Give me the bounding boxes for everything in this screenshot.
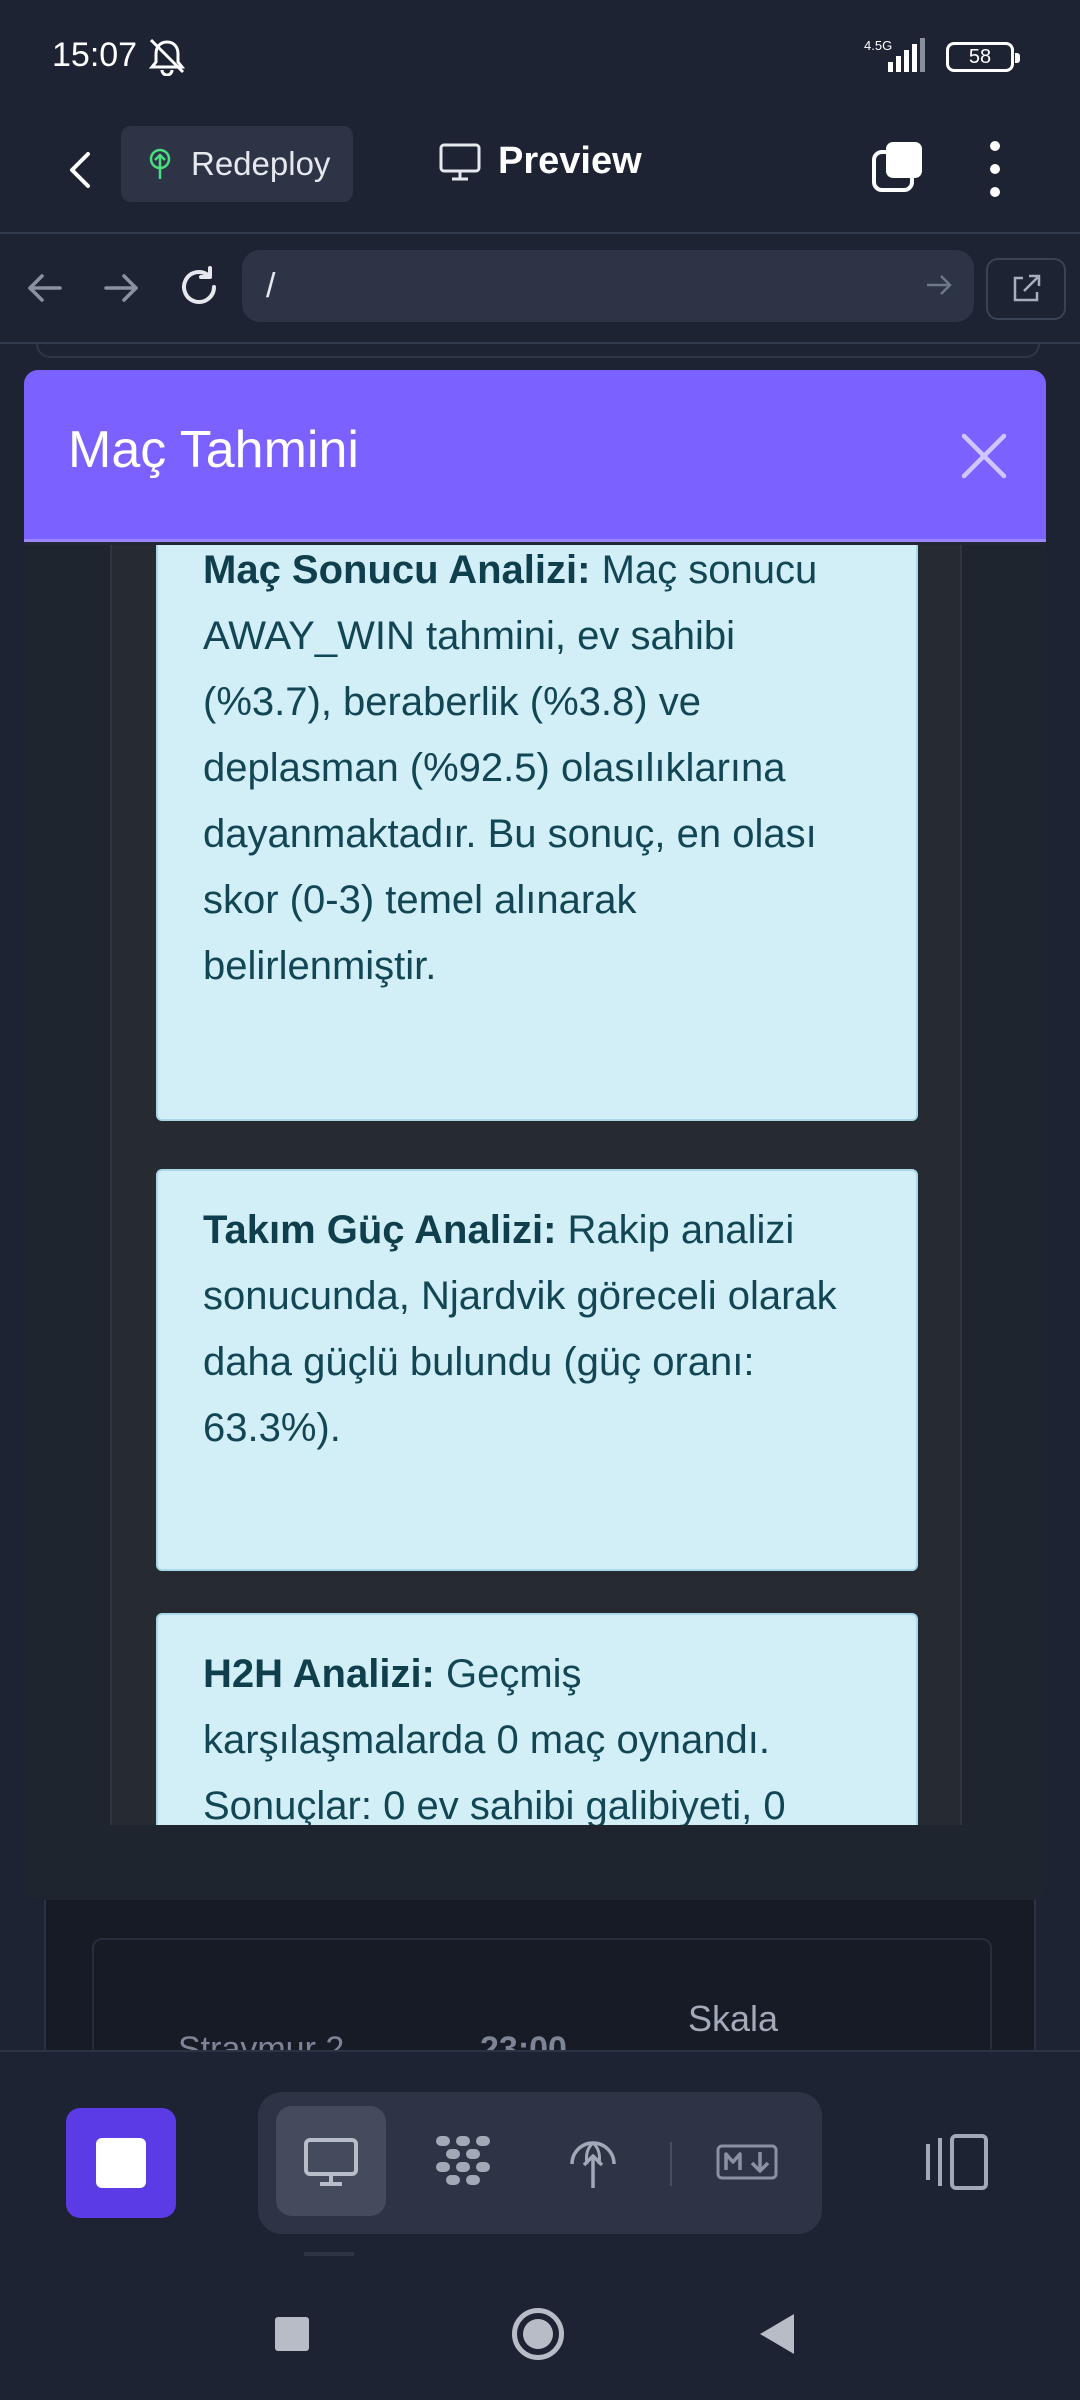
match-prediction-modal: Maç Tahmini Maç Sonucu Analizi: Maç sonu… — [24, 370, 1046, 1900]
open-external-button[interactable] — [986, 258, 1066, 320]
more-vertical-icon[interactable] — [980, 136, 1010, 202]
card-heading: H2H Analizi: — [203, 1652, 435, 1696]
tabs-icon[interactable] — [868, 138, 928, 198]
url-field[interactable]: / — [242, 250, 974, 322]
reload-icon[interactable] — [176, 264, 222, 310]
split-panel-icon[interactable] — [922, 2130, 992, 2194]
recents-icon[interactable] — [275, 2317, 309, 2351]
modal-header: Maç Tahmini — [24, 370, 1046, 542]
battery-level: 58 — [968, 45, 992, 68]
card-heading: Takım Güç Analizi: — [203, 1208, 557, 1252]
app-bar: Redeploy Preview — [0, 110, 1080, 234]
preview-mode-button[interactable] — [276, 2106, 386, 2216]
back-arrow-icon[interactable] — [52, 140, 112, 200]
analysis-card-result: Maç Sonucu Analizi: Maç sonucu AWAY_WIN … — [156, 545, 918, 1121]
modal-body: Maç Sonucu Analizi: Maç sonucu AWAY_WIN … — [24, 545, 1046, 1900]
markdown-icon — [716, 2144, 778, 2180]
redeploy-icon — [149, 148, 171, 179]
underlying-match-card — [44, 1890, 1036, 2058]
preview-tab[interactable]: Preview — [438, 140, 642, 183]
monitor-icon — [439, 143, 481, 180]
markdown-mode-button[interactable] — [692, 2106, 802, 2216]
home-icon[interactable] — [512, 2308, 564, 2360]
analysis-scroll-area[interactable]: Maç Sonucu Analizi: Maç sonucu AWAY_WIN … — [110, 545, 962, 1825]
go-arrow-icon[interactable] — [924, 270, 954, 300]
card-heading: Maç Sonucu Analizi: — [203, 548, 591, 592]
browser-forward-icon[interactable] — [100, 266, 144, 310]
card-text: Maç sonucu AWAY_WIN tahmini, ev sahibi (… — [203, 548, 818, 988]
workflow-mode-button[interactable] — [408, 2106, 518, 2216]
close-icon[interactable] — [954, 426, 1014, 486]
analysis-card-h2h: H2H Analizi: Geçmiş karşılaşmalarda 0 ma… — [156, 1613, 918, 1825]
grid-pattern-icon — [436, 2136, 490, 2185]
system-nav-bar — [0, 2262, 1080, 2400]
status-time: 15:07 — [52, 36, 138, 74]
globe-upload-icon — [570, 2141, 616, 2188]
browser-bar: / — [0, 236, 1080, 344]
modal-title: Maç Tahmini — [68, 421, 359, 479]
underlying-league-label: Skala — [688, 1998, 779, 2039]
view-mode-group — [258, 2092, 822, 2234]
browser-back-icon[interactable] — [22, 266, 66, 310]
battery-icon: 58 — [946, 42, 1020, 72]
url-text: / — [266, 266, 276, 305]
stop-icon — [96, 2138, 146, 2188]
bell-muted-icon — [148, 38, 186, 76]
redeploy-label: Redeploy — [191, 145, 331, 182]
network-type: 4.5G — [864, 38, 892, 53]
bottom-toolbar — [0, 2050, 1080, 2250]
signal-icon: 4.5G — [864, 38, 925, 72]
redeploy-button[interactable]: Redeploy — [121, 126, 353, 202]
preview-label: Preview — [498, 140, 642, 182]
toolbar-divider — [670, 2142, 672, 2186]
underlying-card-edge — [36, 344, 1040, 358]
toolbar-indicator — [304, 2252, 354, 2256]
monitor-icon — [304, 2138, 358, 2186]
external-link-icon — [1013, 274, 1041, 302]
status-bar: 15:07 4.5G 58 — [0, 0, 1080, 110]
deploy-mode-button[interactable] — [538, 2106, 648, 2216]
analysis-card-team-strength: Takım Güç Analizi: Rakip analizi sonucun… — [156, 1169, 918, 1571]
system-back-icon[interactable] — [760, 2314, 794, 2354]
stop-button[interactable] — [66, 2108, 176, 2218]
